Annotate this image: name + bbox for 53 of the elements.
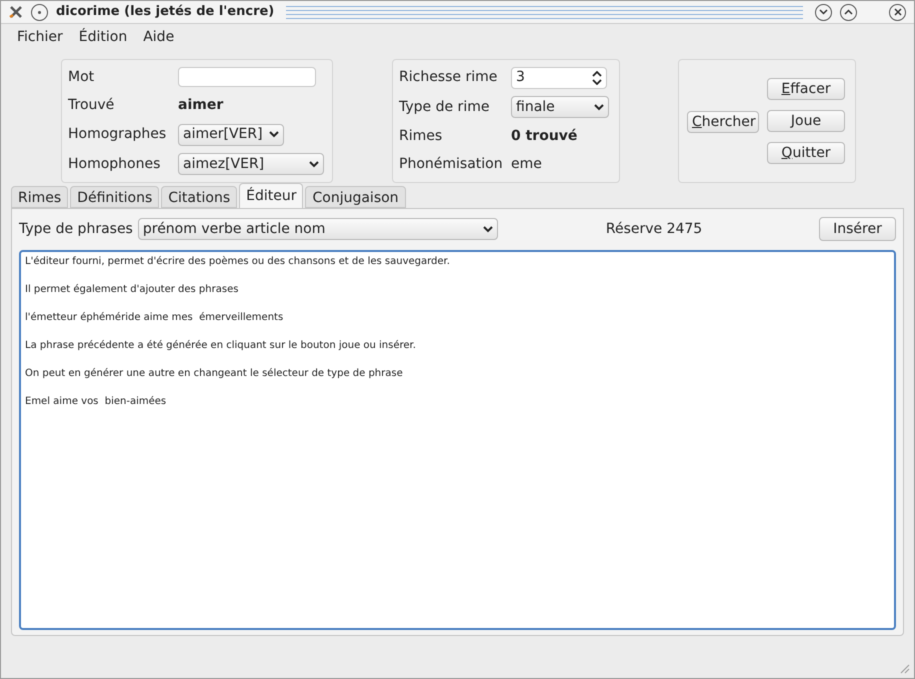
field-label: Type de rime <box>399 98 490 117</box>
menu-item[interactable]: Fichier <box>17 27 63 48</box>
tools-icon <box>9 5 23 19</box>
field-label: Mot <box>68 68 96 87</box>
rhyme-count: 0 trouvé <box>511 126 578 146</box>
field-label: Homographes <box>68 125 168 144</box>
editor-line: L'éditeur fourni, permet d'écrire des poèmes ou des chansons et de les sauvegarder. <box>25 255 451 269</box>
editor-line: Il permet également d'ajouter des phrases <box>25 283 240 297</box>
chevron-down-icon <box>819 9 828 15</box>
homographs-dropdown[interactable]: aimer[VER] <box>178 124 284 146</box>
push-button[interactable]: Chercher <box>687 111 759 133</box>
resize-grip-icon <box>900 664 910 674</box>
tab[interactable]: Citations <box>161 186 238 208</box>
spin-arrows-icon <box>592 70 602 85</box>
editor-line: On peut en générer une autre en changeant le sélecteur de type de phrase <box>25 367 404 381</box>
rhyme-type-dropdown[interactable]: finale <box>511 96 609 118</box>
tab[interactable]: Éditeur <box>239 183 304 208</box>
homophones-dropdown[interactable]: aimez[VER] <box>178 153 324 176</box>
maximize-button[interactable] <box>840 4 857 20</box>
push-button[interactable]: Effacer <box>767 78 845 100</box>
push-button[interactable]: Joue <box>767 110 845 132</box>
word-field[interactable] <box>178 67 316 88</box>
field-label: Rimes <box>399 126 444 146</box>
editor-line: l'émetteur éphéméride aime mes émerveillements <box>25 311 284 325</box>
close-button[interactable] <box>889 4 906 20</box>
richness-spinbox[interactable]: 3 <box>511 66 607 89</box>
field-label: Type de phrases <box>19 220 133 238</box>
found-word: aimer <box>178 96 224 116</box>
tab[interactable]: Conjugaison <box>305 186 406 208</box>
close-icon <box>894 8 902 16</box>
chevron-down-icon <box>594 104 604 111</box>
editor-line: Emel aime vos bien-aimées <box>25 395 168 409</box>
chevron-down-icon <box>269 131 279 138</box>
field-label: Richesse rime <box>399 68 498 88</box>
menu-item[interactable]: Édition <box>78 27 128 48</box>
pin-button[interactable] <box>31 4 48 20</box>
chevron-up-icon <box>844 9 853 15</box>
chevron-down-icon <box>482 226 493 232</box>
minimize-button[interactable] <box>815 4 832 20</box>
editor-line: La phrase précédente a été générée en cliquant sur le bouton joue ou insérer. <box>25 339 417 353</box>
insert-button[interactable]: Insérer <box>819 217 896 241</box>
window-title: dicorime (les jetés de l'encre) <box>56 3 274 22</box>
menu-item[interactable]: Aide <box>143 27 174 48</box>
phrase-type-dropdown[interactable]: prénom verbe article nom <box>138 218 498 240</box>
field-label: Trouvé <box>68 96 116 116</box>
tab[interactable]: Rimes <box>11 186 68 208</box>
reserve-count: Réserve 2475 <box>606 220 702 238</box>
chevron-down-icon <box>309 160 319 168</box>
tab[interactable]: Définitions <box>70 186 160 208</box>
field-label: Homophones <box>68 154 162 174</box>
phonemization-value: eme <box>511 155 543 174</box>
push-button[interactable]: Quitter <box>767 142 845 164</box>
field-label: Phonémisation <box>399 155 504 174</box>
